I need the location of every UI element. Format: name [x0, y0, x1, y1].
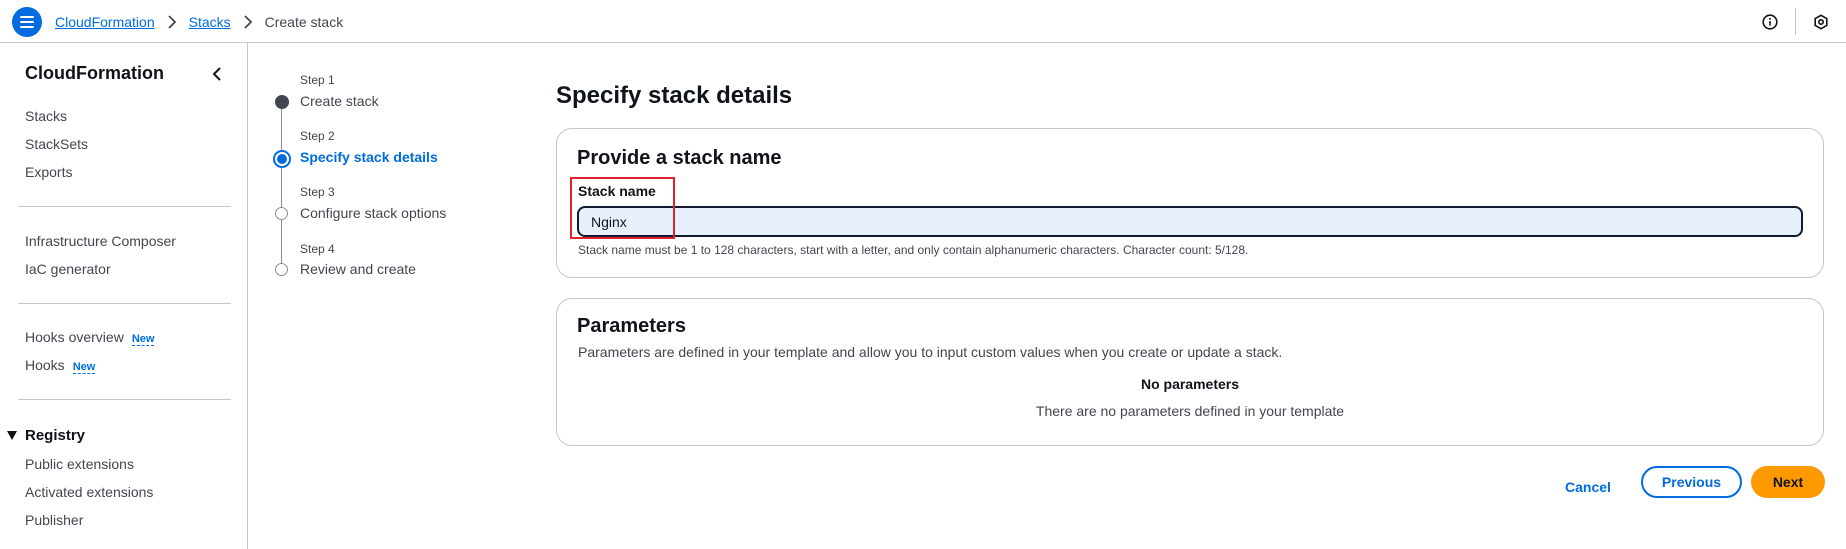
sidebar-item-exports[interactable]: Exports [25, 164, 72, 180]
new-badge[interactable]: New [131, 333, 155, 346]
stack-name-panel: Provide a stack name Stack name Stack na… [556, 128, 1824, 278]
breadcrumb-stacks[interactable]: Stacks [189, 14, 231, 30]
stack-name-label: Stack name [578, 183, 656, 199]
parameters-description: Parameters are defined in your template … [578, 344, 1283, 360]
top-right-tools [1759, 0, 1832, 43]
sidebar-section-label: Registry [25, 427, 86, 444]
sidebar-item-publisher[interactable]: Publisher [25, 512, 83, 528]
step-review-and-create: Review and create [300, 261, 416, 277]
step-specify-stack-details: Specify stack details [300, 149, 438, 165]
page-title: Specify stack details [556, 82, 793, 109]
next-button[interactable]: Next [1751, 466, 1825, 498]
parameters-panel: Parameters Parameters are defined in you… [556, 298, 1824, 446]
top-navigation-bar: CloudFormation Stacks Create stack [0, 0, 1846, 43]
breadcrumb-cloudformation[interactable]: CloudFormation [55, 14, 155, 30]
sidebar-item-hooks-overview[interactable]: Hooks overview New [25, 329, 155, 346]
empty-state-description: There are no parameters defined in your … [1035, 403, 1345, 419]
sidebar-item-stacksets[interactable]: StackSets [25, 136, 88, 152]
sidebar-item-iac-generator[interactable]: IaC generator [25, 261, 111, 277]
sidebar-item-hooks[interactable]: Hooks New [25, 357, 96, 374]
step-4-label: Step 4 [300, 242, 335, 256]
sidebar-divider [18, 206, 231, 207]
empty-state-title: No parameters [1140, 376, 1240, 392]
stack-name-input[interactable] [577, 206, 1803, 237]
step-configure-stack-options: Configure stack options [300, 205, 447, 221]
cancel-button[interactable]: Cancel [1553, 471, 1623, 503]
side-navigation: CloudFormation Stacks StackSets Exports … [0, 43, 248, 549]
previous-button[interactable]: Previous [1641, 466, 1742, 498]
caret-down-icon [7, 431, 17, 440]
steps-connector-line [281, 103, 282, 270]
chevron-right-icon [243, 14, 253, 29]
sidebar-title[interactable]: CloudFormation [25, 63, 164, 84]
step-upcoming-icon [275, 207, 288, 220]
info-icon[interactable] [1759, 11, 1781, 33]
step-2-label: Step 2 [300, 129, 335, 143]
sidebar-item-stacks[interactable]: Stacks [25, 108, 67, 124]
toolbar-divider [1795, 8, 1796, 35]
sidebar-item-activated-extensions[interactable]: Activated extensions [25, 484, 153, 500]
sidebar-item-public-extensions[interactable]: Public extensions [25, 456, 134, 472]
sidebar-section-registry[interactable]: Registry [7, 427, 85, 444]
settings-icon[interactable] [1810, 11, 1832, 33]
step-upcoming-icon [275, 263, 288, 276]
breadcrumb: CloudFormation Stacks Create stack [55, 0, 343, 43]
panel-heading: Provide a stack name [577, 147, 782, 169]
step-1-label: Step 1 [300, 73, 335, 87]
step-complete-icon [275, 95, 289, 109]
panel-heading: Parameters [577, 315, 686, 337]
new-badge[interactable]: New [72, 361, 96, 374]
sidebar-divider [18, 303, 231, 304]
step-current-icon [273, 150, 291, 168]
sidebar-divider [18, 399, 231, 400]
sidebar-item-infrastructure-composer[interactable]: Infrastructure Composer [25, 233, 176, 249]
menu-icon[interactable] [12, 7, 42, 37]
step-create-stack[interactable]: Create stack [300, 93, 379, 109]
collapse-sidebar-icon[interactable] [208, 65, 226, 83]
step-3-label: Step 3 [300, 185, 335, 199]
stack-name-hint: Stack name must be 1 to 128 characters, … [578, 243, 1249, 257]
breadcrumb-create-stack: Create stack [264, 13, 344, 30]
sidebar-item-label: Hooks overview [25, 329, 124, 345]
chevron-right-icon [167, 14, 177, 29]
sidebar-item-label: Hooks [25, 357, 65, 373]
